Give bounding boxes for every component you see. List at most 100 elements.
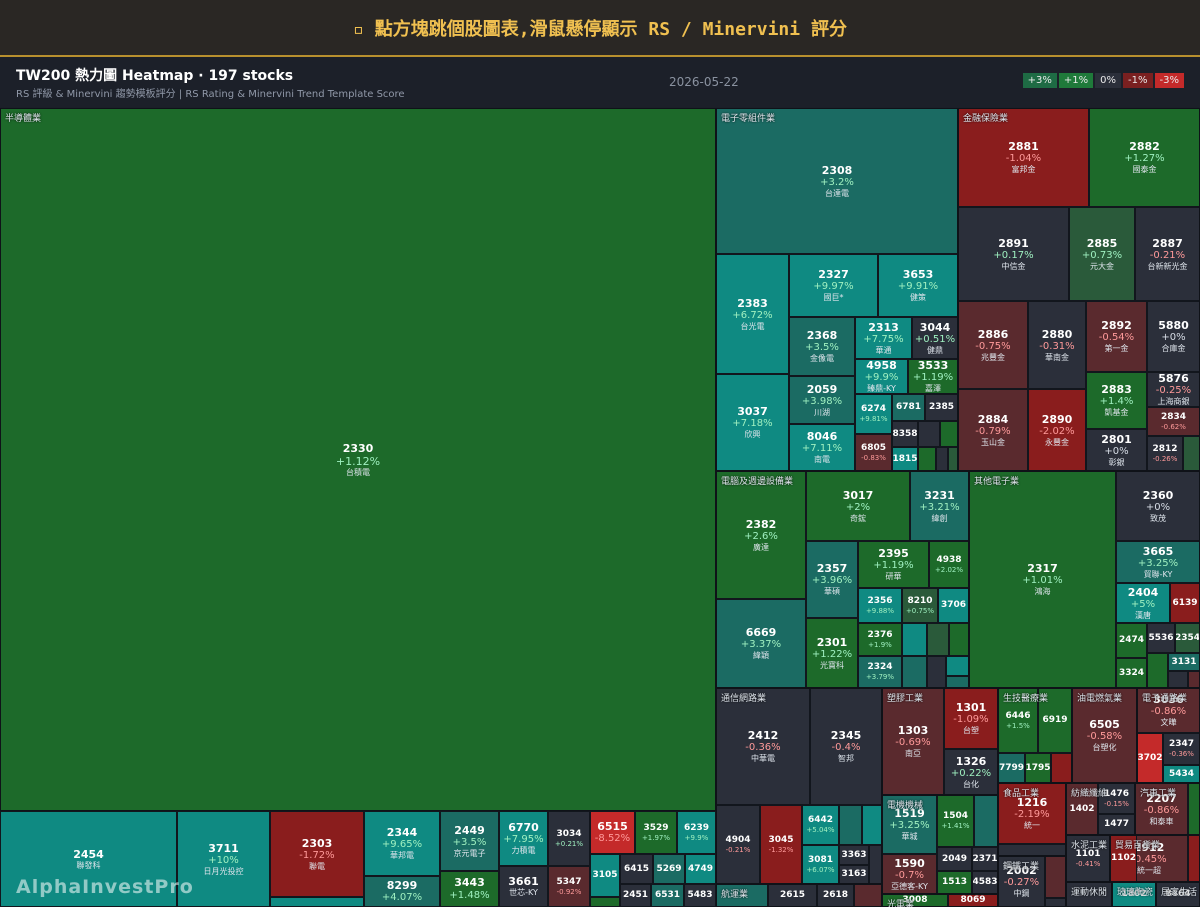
stock-tile-7799[interactable]: 7799 — [998, 753, 1025, 783]
stock-tile-2618[interactable]: 2618 — [817, 884, 854, 907]
stock-tile[interactable] — [839, 805, 862, 845]
stock-tile-2317[interactable]: 2317 +1.01% 鴻海 — [969, 471, 1116, 688]
stock-tile-2890[interactable]: 2890 -2.02% 永豐金 — [1028, 389, 1086, 471]
stock-tile[interactable] — [1066, 882, 1112, 907]
stock-tile[interactable] — [946, 676, 969, 688]
stock-tile-3533[interactable]: 3533 +1.19% 嘉澤 — [908, 359, 958, 394]
stock-tile-6919[interactable]: 6919 — [1038, 688, 1072, 753]
stock-tile-2880[interactable]: 2880 -0.31% 華南金 — [1028, 301, 1086, 389]
stock-tile[interactable] — [902, 656, 927, 688]
stock-tile[interactable] — [902, 623, 927, 656]
stock-tile[interactable] — [974, 795, 998, 847]
stock-tile-2360[interactable]: 2360 +0% 致茂 — [1116, 471, 1200, 541]
stock-tile-2330[interactable]: 2330 +1.12% 台積電 — [0, 108, 716, 811]
stock-tile-6274[interactable]: 6274 +9.81% — [855, 394, 892, 434]
stock-tile[interactable] — [998, 844, 1066, 856]
stock-tile-3653[interactable]: 3653 +9.91% 健策 — [878, 254, 958, 317]
stock-tile-6239[interactable]: 6239 +9.9% — [677, 811, 716, 854]
stock-tile-6415[interactable]: 6415 — [620, 854, 653, 884]
stock-tile[interactable] — [270, 897, 364, 907]
stock-tile-6781[interactable]: 6781 — [892, 394, 925, 421]
stock-tile-2395[interactable]: 2395 +1.19% 研華 — [858, 541, 929, 588]
stock-tile-3036[interactable]: 3036 -0.86% 文曄 — [1137, 688, 1200, 733]
stock-tile-2344[interactable]: 2344 +9.65% 華邦電 — [364, 811, 440, 876]
stock-tile-2883[interactable]: 2883 +1.4% 凱基金 — [1086, 372, 1147, 429]
stock-tile-2474[interactable]: 2474 — [1116, 623, 1147, 658]
stock-tile-3008[interactable]: 3008 — [882, 894, 948, 907]
stock-tile-8210[interactable]: 8210 +0.75% — [902, 588, 938, 623]
stock-tile-8464[interactable]: 8464 — [1156, 882, 1200, 907]
stock-tile-2301[interactable]: 2301 +1.22% 光寶科 — [806, 618, 858, 688]
stock-tile[interactable] — [1188, 671, 1200, 688]
stock-tile-2049[interactable]: 2049 — [937, 847, 972, 871]
stock-tile-3081[interactable]: 3081 +6.07% — [802, 845, 839, 884]
stock-tile-1326[interactable]: 1326 +0.22% 台化 — [944, 749, 998, 795]
stock-tile-3044[interactable]: 3044 +0.51% 健鼎 — [912, 317, 958, 359]
stock-tile-2347[interactable]: 2347 -0.36% — [1163, 733, 1200, 765]
stock-tile-1301[interactable]: 1301 -1.09% 台塑 — [944, 688, 998, 749]
stock-tile[interactable] — [948, 447, 958, 471]
stock-tile-1513[interactable]: 1513 — [937, 871, 972, 894]
stock-tile[interactable] — [1168, 671, 1188, 688]
stock-tile-2451[interactable]: 2451 — [620, 884, 651, 907]
stock-tile-2812[interactable]: 2812 -0.26% — [1147, 436, 1183, 471]
stock-tile-1101[interactable]: 1101 -0.41% — [1066, 835, 1110, 882]
stock-tile-6442[interactable]: 6442 +5.04% — [802, 805, 839, 845]
stock-tile-4904[interactable]: 4904 -0.21% — [716, 805, 760, 884]
stock-tile[interactable] — [1051, 753, 1072, 783]
stock-tile-2801[interactable]: 2801 +0% 彰銀 — [1086, 429, 1147, 471]
stock-tile-2356[interactable]: 2356 +9.88% — [858, 588, 902, 623]
stock-tile-3017[interactable]: 3017 +2% 奇鋐 — [806, 471, 910, 541]
stock-tile-3163[interactable]: 3163 — [839, 865, 869, 884]
stock-tile-1476[interactable]: 1476 -0.15% — [1098, 783, 1135, 814]
stock-tile-2059[interactable]: 2059 +3.98% 川湖 — [789, 376, 855, 424]
stock-tile-8299[interactable]: 8299 +4.07% — [364, 876, 440, 907]
stock-tile-2886[interactable]: 2886 -0.75% 兆豐金 — [958, 301, 1028, 389]
stock-tile[interactable] — [927, 623, 949, 656]
stock-tile-2885[interactable]: 2885 +0.73% 元大金 — [1069, 207, 1135, 301]
stock-tile-5876[interactable]: 5876 -0.25% 上海商銀 — [1147, 372, 1200, 407]
stock-tile-2345[interactable]: 2345 -0.4% 智邦 — [810, 688, 882, 805]
stock-tile-3661[interactable]: 3661 世芯-KY — [499, 866, 548, 907]
stock-tile-2881[interactable]: 2881 -1.04% 富邦金 — [958, 108, 1089, 207]
stock-tile-6515[interactable]: 6515 -8.52% — [590, 811, 635, 854]
stock-tile-8358[interactable]: 8358 — [892, 421, 918, 447]
stock-tile[interactable] — [918, 447, 936, 471]
stock-tile-2308[interactable]: 2308 +3.2% 台達電 — [716, 108, 958, 254]
stock-tile-2891[interactable]: 2891 +0.17% 中信金 — [958, 207, 1069, 301]
stock-tile[interactable] — [1147, 653, 1168, 688]
stock-tile-1402[interactable]: 1402 — [1066, 783, 1098, 835]
stock-tile-6805[interactable]: 6805 -0.83% — [855, 434, 892, 471]
stock-tile-1102[interactable]: 1102 — [1110, 835, 1137, 882]
stock-tile[interactable] — [927, 656, 946, 688]
stock-tile[interactable] — [936, 447, 948, 471]
stock-tile-5269[interactable]: 5269 — [653, 854, 685, 884]
stock-tile-3034[interactable]: 3034 +0.21% — [548, 811, 590, 866]
stock-tile-3045[interactable]: 3045 -1.32% — [760, 805, 802, 884]
stock-tile-6531[interactable]: 6531 — [651, 884, 684, 907]
stock-tile-3037[interactable]: 3037 +7.18% 欣興 — [716, 374, 789, 471]
stock-tile-3706[interactable]: 3706 — [938, 588, 969, 623]
stock-tile-2412[interactable]: 2412 -0.36% 中華電 — [716, 688, 810, 805]
stock-tile-2887[interactable]: 2887 -0.21% 台新新光金 — [1135, 207, 1200, 301]
stock-tile-1519[interactable]: 1519 +3.25% 華城 — [882, 795, 937, 854]
stock-tile-5536[interactable]: 5536 — [1147, 623, 1175, 653]
stock-tile-1802[interactable]: 1802 — [1112, 882, 1156, 907]
stock-tile[interactable] — [1183, 436, 1200, 471]
stock-tile-4749[interactable]: 4749 — [685, 854, 716, 884]
stock-tile-2327[interactable]: 2327 +9.97% 國巨* — [789, 254, 878, 317]
stock-tile-2207[interactable]: 2207 -0.86% 和泰車 — [1135, 783, 1188, 835]
stock-tile-2449[interactable]: 2449 +3.5% 京元電子 — [440, 811, 499, 871]
stock-tile-2303[interactable]: 2303 -1.72% 聯電 — [270, 811, 364, 897]
stock-tile[interactable] — [862, 805, 882, 845]
stock-tile-3443[interactable]: 3443 +1.48% — [440, 871, 499, 907]
stock-tile-3105[interactable]: 3105 — [590, 854, 620, 897]
stock-tile[interactable] — [1045, 898, 1066, 907]
stock-tile[interactable] — [1045, 856, 1066, 898]
stock-tile[interactable] — [590, 897, 620, 907]
stock-tile-4583[interactable]: 4583 — [972, 871, 998, 894]
stock-tile-1477[interactable]: 1477 — [1098, 814, 1135, 835]
stock-tile-8069[interactable]: 8069 — [948, 894, 998, 907]
stock-tile[interactable] — [1188, 783, 1200, 835]
stock-tile-3702[interactable]: 3702 — [1137, 733, 1163, 783]
